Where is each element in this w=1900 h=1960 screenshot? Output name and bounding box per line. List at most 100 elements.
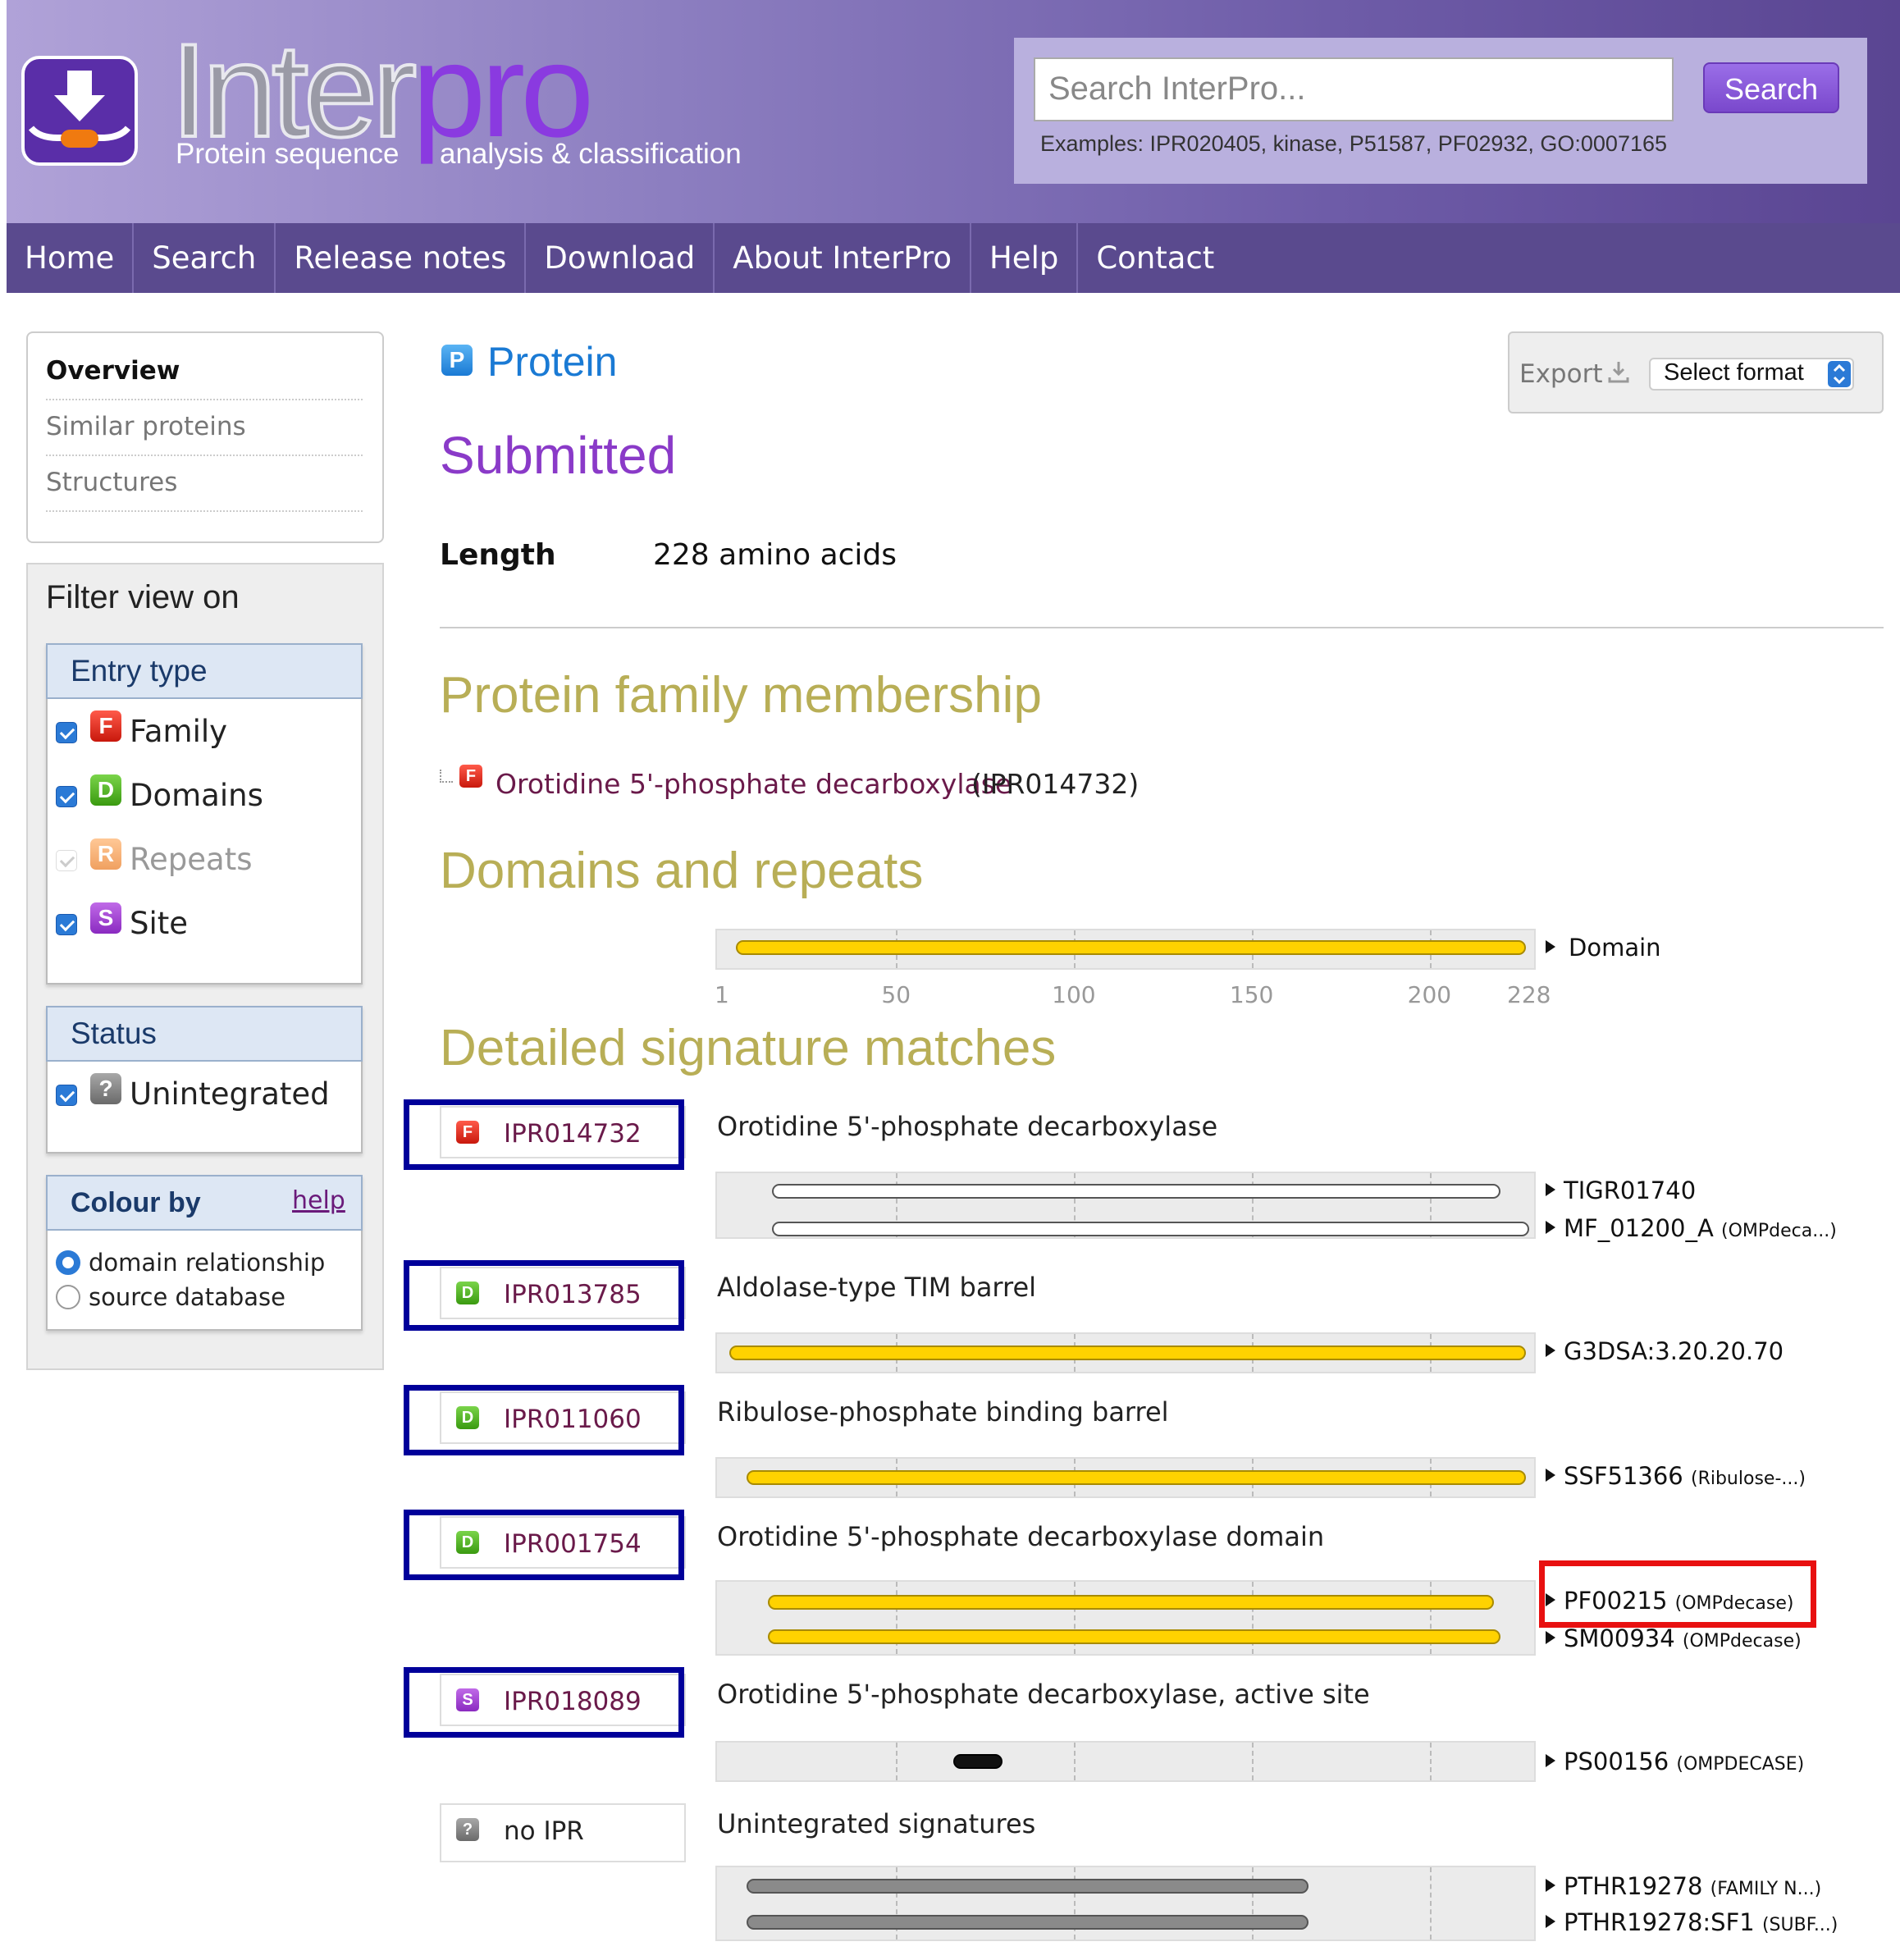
domains-label: Domains [130,778,263,813]
no-ipr-label: no IPR [504,1816,584,1846]
domains-checkbox[interactable] [56,786,77,807]
protein-label: Protein [487,339,618,385]
match-bar[interactable] [771,1184,1501,1199]
search-input[interactable]: Search InterPro... [1034,57,1674,121]
match-entry-name: Orotidine 5'-phosphate decarboxylase, ac… [717,1679,1370,1710]
repeats-checkbox[interactable] [56,850,77,871]
family-heading: Protein family membership [440,667,1042,724]
sidebar-overview[interactable]: Overview [46,356,180,386]
signature-id[interactable]: PS00156 [1564,1748,1669,1775]
domains-heading: Domains and repeats [440,843,924,899]
domain-overview-label: Domain [1569,934,1661,962]
site-checkbox[interactable] [56,914,77,935]
signature-description: (Ribulose-...) [1690,1469,1806,1489]
signature-id[interactable]: PTHR19278 [1564,1872,1702,1900]
match-bar[interactable] [736,940,1526,955]
expand-arrow-icon[interactable] [1546,940,1555,953]
expand-arrow-icon[interactable] [1546,1469,1555,1482]
match-bar[interactable] [771,1222,1529,1236]
expand-arrow-icon[interactable] [1546,1631,1555,1644]
select-arrows-icon [1828,361,1851,387]
signature-id[interactable]: TIGR01740 [1564,1176,1696,1204]
match-bar[interactable] [728,1346,1526,1360]
signature-label[interactable]: PTHR19278 (FAMILY N...) [1564,1872,1821,1900]
sidebar-similar-proteins[interactable]: Similar proteins [46,412,246,441]
match-bar[interactable] [768,1595,1494,1610]
domain-relationship-radio[interactable] [56,1250,80,1275]
signature-label[interactable]: PS00156 (OMPDECASE) [1564,1748,1804,1775]
signature-id[interactable]: PF00215 [1564,1587,1667,1615]
expand-arrow-icon[interactable] [1546,1754,1555,1767]
family-entry-link[interactable]: Orotidine 5'-phosphate decarboxylase [496,768,1012,800]
nav-about[interactable]: About InterPro [715,223,971,293]
search-examples: Examples: IPR020405, kinase, P51587, PF0… [1040,131,1668,156]
site-label: Site [130,906,189,941]
signature-label[interactable]: PTHR19278:SF1 (SUBF...) [1564,1908,1838,1936]
match-bar[interactable] [747,1470,1526,1485]
axis-tick-label: 100 [1052,981,1096,1008]
grid-line [1429,1743,1432,1780]
signature-label[interactable]: SM00934 (OMPdecase) [1564,1624,1802,1652]
signature-description: (OMPdecase) [1674,1593,1794,1614]
nav-search[interactable]: Search [134,223,276,293]
highlight-ipr [404,1385,684,1455]
match-bar[interactable] [747,1879,1309,1894]
signature-description: (FAMILY N...) [1710,1879,1822,1899]
signature-id[interactable]: PTHR19278:SF1 [1564,1908,1755,1936]
match-entry-name: Ribulose-phosphate binding barrel [717,1396,1169,1428]
match-bar[interactable] [747,1915,1309,1930]
signature-id[interactable]: SSF51366 [1564,1462,1683,1490]
expand-arrow-icon[interactable] [1546,1344,1555,1357]
expand-arrow-icon[interactable] [1546,1593,1555,1606]
expand-arrow-icon[interactable] [1546,1183,1555,1196]
signature-description: (OMPdeca...) [1721,1221,1837,1241]
signature-label[interactable]: TIGR01740 [1564,1176,1696,1204]
domain-relationship-label: domain relationship [89,1249,326,1277]
divider [46,399,363,400]
expand-arrow-icon[interactable] [1546,1879,1555,1892]
signature-label[interactable]: PF00215 (OMPdecase) [1564,1587,1793,1615]
interpro-logo-icon[interactable] [21,56,138,166]
signature-id[interactable]: SM00934 [1564,1624,1675,1652]
match-bar[interactable] [768,1629,1501,1644]
match-entry-name: Unintegrated signatures [717,1808,1036,1839]
signature-label[interactable]: SSF51366 (Ribulose-...) [1564,1462,1806,1490]
axis-tick-label: 228 [1507,981,1551,1008]
signature-label[interactable]: MF_01200_A (OMPdeca...) [1564,1214,1837,1242]
search-button[interactable]: Search [1703,62,1839,113]
highlight-ipr [404,1510,684,1580]
signature-label[interactable]: G3DSA:3.20.20.70 [1564,1337,1784,1365]
match-entry-name: Orotidine 5'-phosphate decarboxylase dom… [717,1521,1325,1552]
match-entry-name: Orotidine 5'-phosphate decarboxylase [717,1111,1218,1142]
repeats-label: Repeats [130,842,253,877]
nav-help[interactable]: Help [971,223,1079,293]
page-title: Submitted [440,426,677,485]
nav-home[interactable]: Home [7,223,135,293]
length-label: Length [440,538,556,572]
family-badge-icon: F [90,710,121,742]
family-checkbox[interactable] [56,722,77,743]
sidebar-structures[interactable]: Structures [46,468,177,497]
highlight-ipr [404,1099,684,1170]
signature-id[interactable]: G3DSA:3.20.20.70 [1564,1337,1784,1365]
signature-description: (SUBF...) [1761,1915,1838,1935]
grid-line [1074,1743,1076,1780]
expand-arrow-icon[interactable] [1546,1915,1555,1928]
expand-arrow-icon[interactable] [1546,1221,1555,1234]
entry-type-title: Entry type [46,643,363,699]
unintegrated-checkbox[interactable] [56,1085,77,1106]
tagline-right: analysis & classification [440,138,742,170]
nav-download[interactable]: Download [526,223,715,293]
highlight-ipr [404,1667,684,1738]
export-format-value: Select format [1664,359,1804,386]
signature-id[interactable]: MF_01200_A [1564,1214,1714,1242]
nav-contact[interactable]: Contact [1078,223,1232,293]
colour-help-link[interactable]: help [292,1186,345,1215]
source-database-radio[interactable] [56,1285,80,1309]
match-track [715,1741,1536,1782]
nav-release-notes[interactable]: Release notes [276,223,527,293]
divider [440,627,1884,628]
filter-title: Filter view on [46,579,240,615]
match-bar[interactable] [952,1754,1003,1769]
main-nav: Home Search Release notes Download About… [7,223,1900,293]
